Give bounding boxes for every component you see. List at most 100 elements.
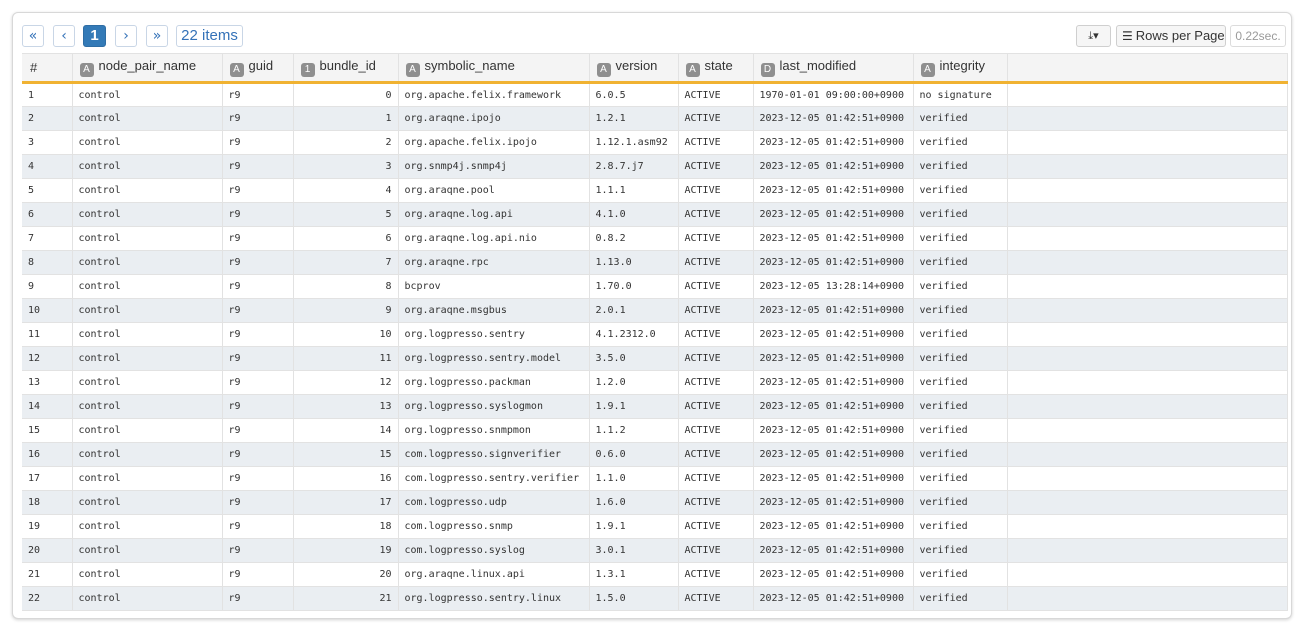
table-cell: org.logpresso.sentry.linux	[398, 586, 590, 611]
table-cell-filler	[1007, 250, 1288, 275]
caret-down-icon: ▾	[1093, 29, 1099, 42]
table-row[interactable]: 16 control r9 15 com.logpresso.signverifier 0…	[22, 442, 1288, 467]
table-cell: control	[72, 322, 223, 347]
table-cell: 18	[22, 490, 73, 515]
column-header-integrity[interactable]: Aintegrity	[913, 53, 1008, 84]
table-cell: verified	[913, 106, 1008, 131]
table-row[interactable]: 2 control r9 1 org.araqne.ipojo 1.2.1 ACTIVE 20…	[22, 106, 1288, 131]
table-cell: 12	[293, 370, 399, 395]
column-header-version[interactable]: Aversion	[589, 53, 679, 84]
column-type-badge: A	[596, 63, 611, 77]
table-row[interactable]: 14 control r9 13 org.logpresso.syslogmon 1.9.…	[22, 394, 1288, 419]
table-cell: verified	[913, 442, 1008, 467]
table-cell: 2023-12-05 13:28:14+0900	[753, 274, 914, 299]
table-cell: 1970-01-01 09:00:00+0900	[753, 82, 914, 107]
result-toolbar: « ‹ 1 › » 22 items ⤓▾ ☰ Rows per Page 0.2…	[13, 13, 1291, 55]
table-cell: r9	[222, 298, 294, 323]
table-cell: 2023-12-05 01:42:51+0900	[753, 346, 914, 371]
table-cell: 2023-12-05 01:42:51+0900	[753, 130, 914, 155]
table-cell: r9	[222, 562, 294, 587]
column-header-label: guid	[248, 58, 274, 73]
table-row[interactable]: 22 control r9 21 org.logpresso.sentry.linux 1…	[22, 586, 1288, 611]
table-cell: verified	[913, 370, 1008, 395]
column-header-node-pair-name[interactable]: Anode_pair_name	[72, 53, 223, 84]
next-page-button[interactable]: ›	[115, 25, 137, 47]
table-cell: control	[72, 514, 223, 539]
table-row[interactable]: 21 control r9 20 org.araqne.linux.api 1.3.1 AC…	[22, 562, 1288, 587]
table-cell: ACTIVE	[678, 586, 754, 611]
table-cell: 14	[293, 418, 399, 443]
table-cell: 1.9.1	[589, 394, 679, 419]
table-cell: 1.70.0	[589, 274, 679, 299]
table-cell-filler	[1007, 82, 1288, 107]
table-cell: 2023-12-05 01:42:51+0900	[753, 442, 914, 467]
table-cell: 0.6.0	[589, 442, 679, 467]
table-row[interactable]: 18 control r9 17 com.logpresso.udp 1.6.0 ACTIV…	[22, 490, 1288, 515]
table-cell: verified	[913, 346, 1008, 371]
query-result-panel: « ‹ 1 › » 22 items ⤓▾ ☰ Rows per Page 0.2…	[12, 12, 1292, 619]
table-cell: r9	[222, 154, 294, 179]
table-row[interactable]: 5 control r9 4 org.araqne.pool 1.1.1 ACTIVE 202…	[22, 178, 1288, 203]
table-row[interactable]: 7 control r9 6 org.araqne.log.api.nio 0.8.2 AC…	[22, 226, 1288, 251]
table-cell: 4	[293, 178, 399, 203]
table-cell: 4.1.2312.0	[589, 322, 679, 347]
table-row[interactable]: 15 control r9 14 org.logpresso.snmpmon 1.1.2 A…	[22, 418, 1288, 443]
table-cell: org.araqne.ipojo	[398, 106, 590, 131]
table-cell-filler	[1007, 226, 1288, 251]
table-cell: control	[72, 346, 223, 371]
table-cell: org.araqne.pool	[398, 178, 590, 203]
table-row[interactable]: 20 control r9 19 com.logpresso.syslog 3.0.1 AC…	[22, 538, 1288, 563]
table-cell: 17	[22, 466, 73, 491]
column-header-symbolic-name[interactable]: Asymbolic_name	[398, 53, 590, 84]
table-cell: 6	[293, 226, 399, 251]
table-row[interactable]: 9 control r9 8 bcprov 1.70.0 ACTIVE 2023-12-05 …	[22, 274, 1288, 299]
column-header-bundle-id[interactable]: 1 bundle_id	[293, 53, 399, 84]
current-page-button[interactable]: 1	[83, 25, 106, 47]
table-row[interactable]: 3 control r9 2 org.apache.felix.ipojo 1.12.1.…	[22, 130, 1288, 155]
table-cell: 21	[293, 586, 399, 611]
table-cell: 12	[22, 346, 73, 371]
table-cell: control	[72, 130, 223, 155]
table-row[interactable]: 8 control r9 7 org.araqne.rpc 1.13.0 ACTIVE 202…	[22, 250, 1288, 275]
table-cell: org.logpresso.sentry.model	[398, 346, 590, 371]
column-header-guid[interactable]: Aguid	[222, 53, 294, 84]
table-cell: ACTIVE	[678, 346, 754, 371]
table-cell: ACTIVE	[678, 394, 754, 419]
table-cell: verified	[913, 226, 1008, 251]
table-cell: com.logpresso.snmp	[398, 514, 590, 539]
table-cell-filler	[1007, 130, 1288, 155]
table-cell: org.apache.felix.framework	[398, 82, 590, 107]
column-header-last-modified[interactable]: Dlast_modified	[753, 53, 914, 84]
table-cell: org.araqne.linux.api	[398, 562, 590, 587]
table-cell: r9	[222, 418, 294, 443]
last-page-button[interactable]: »	[146, 25, 168, 47]
table-cell: org.logpresso.syslogmon	[398, 394, 590, 419]
column-header-state[interactable]: Astate	[678, 53, 754, 84]
first-page-button[interactable]: «	[22, 25, 44, 47]
table-cell: control	[72, 418, 223, 443]
table-row[interactable]: 4 control r9 3 org.snmp4j.snmp4j 2.8.7.j7 ACTI…	[22, 154, 1288, 179]
table-cell-filler	[1007, 514, 1288, 539]
table-row[interactable]: 12 control r9 11 org.logpresso.sentry.model 3…	[22, 346, 1288, 371]
download-button[interactable]: ⤓▾	[1076, 25, 1111, 47]
table-row[interactable]: 6 control r9 5 org.araqne.log.api 4.1.0 ACTIVE…	[22, 202, 1288, 227]
table-row[interactable]: 13 control r9 12 org.logpresso.packman 1.2.0 A…	[22, 370, 1288, 395]
table-cell: 0.8.2	[589, 226, 679, 251]
table-row[interactable]: 11 control r9 10 org.logpresso.sentry 4.1.231…	[22, 322, 1288, 347]
table-cell: 16	[22, 442, 73, 467]
column-header-index[interactable]: #	[22, 53, 73, 84]
column-type-badge: D	[760, 63, 775, 77]
previous-page-button[interactable]: ‹	[53, 25, 75, 47]
table-cell: no signature	[913, 82, 1008, 107]
table-row[interactable]: 17 control r9 16 com.logpresso.sentry.verifi…	[22, 466, 1288, 491]
table-row[interactable]: 1 control r9 0 org.apache.felix.framework 6.0…	[22, 82, 1288, 107]
table-row[interactable]: 19 control r9 18 com.logpresso.snmp 1.9.1 ACTI…	[22, 514, 1288, 539]
table-cell: verified	[913, 490, 1008, 515]
table-cell-filler	[1007, 586, 1288, 611]
rows-per-page-button[interactable]: ☰ Rows per Page	[1116, 25, 1226, 47]
column-header-label: symbolic_name	[424, 58, 515, 73]
table-row[interactable]: 10 control r9 9 org.araqne.msgbus 2.0.1 ACTIVE…	[22, 298, 1288, 323]
table-cell-filler	[1007, 442, 1288, 467]
table-cell: verified	[913, 538, 1008, 563]
table-cell: verified	[913, 274, 1008, 299]
